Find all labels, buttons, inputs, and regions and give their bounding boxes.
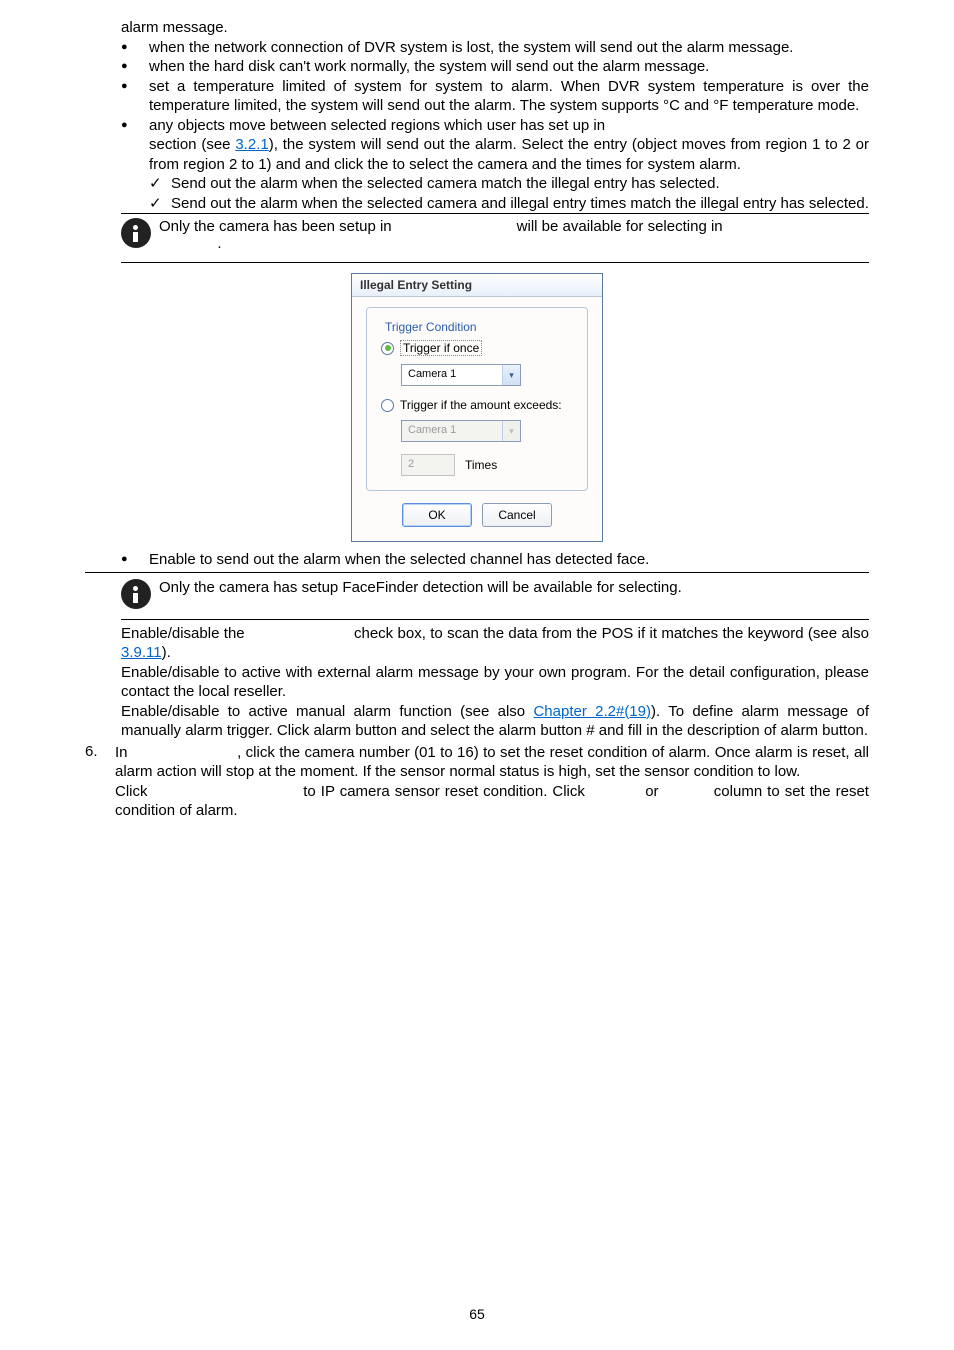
link-3-9-11[interactable]: 3.9.11	[121, 644, 162, 661]
bullet-disk: when the hard disk can't work normally, …	[149, 57, 869, 77]
bullet-temp: set a temperature limited of system for …	[149, 77, 869, 116]
bullet-icon: ●	[121, 116, 149, 131]
link-chapter-2-2-19[interactable]: Chapter 2.2#(19)	[533, 703, 651, 720]
select-camera-once[interactable]: Camera 1 ▾	[401, 364, 521, 386]
bullet-icon: ●	[121, 77, 149, 92]
list-number-6: 6.	[85, 743, 115, 821]
fieldset-legend: Trigger Condition	[381, 320, 481, 334]
label-trigger-once: Trigger if once	[400, 340, 482, 356]
bullet-icon: ●	[121, 38, 149, 53]
bullet-icon: ●	[121, 550, 149, 565]
times-input: 2	[401, 454, 455, 476]
check-icon: ✓	[149, 174, 171, 192]
check-amount: Send out the alarm when the selected cam…	[171, 194, 869, 214]
para-enable-ext: Enable/disable to active with external a…	[121, 663, 869, 702]
select-camera-amount: Camera 1 ▾	[401, 420, 521, 442]
times-label: Times	[465, 458, 497, 472]
item-6-body: In , click the camera number (01 to 16) …	[115, 743, 869, 821]
dropdown-arrow-icon: ▾	[502, 365, 520, 385]
bullet-netdown: when the network connection of DVR syste…	[149, 38, 869, 58]
select-value: Camera 1	[402, 365, 502, 385]
info-icon	[121, 218, 151, 248]
para-enable-manual: Enable/disable to active manual alarm fu…	[121, 702, 869, 741]
dropdown-arrow-icon: ▾	[502, 421, 520, 441]
page-number: 65	[0, 1306, 954, 1322]
check-once: Send out the alarm when the selected cam…	[171, 174, 869, 194]
info-icon	[121, 579, 151, 609]
line-alarm: alarm message.	[121, 18, 869, 38]
info-text-1: Only the camera has been setup in will b…	[159, 218, 869, 252]
dialog-title: Illegal Entry Setting	[352, 274, 602, 297]
para-enable-pos: Enable/disable the check box, to scan th…	[121, 624, 869, 663]
bullet-icon: ●	[121, 57, 149, 72]
bullet-face: Enable to send out the alarm when the se…	[149, 550, 869, 570]
label-trigger-amount: Trigger if the amount exceeds:	[400, 398, 562, 412]
bullet-illegal: any objects move between selected region…	[149, 116, 869, 175]
radio-trigger-amount[interactable]	[381, 399, 394, 412]
check-icon: ✓	[149, 194, 171, 212]
select-value-disabled: Camera 1	[402, 421, 502, 441]
ok-button[interactable]: OK	[402, 503, 472, 527]
link-3-2-1[interactable]: 3.2.1	[235, 136, 268, 153]
info-text-2: Only the camera has setup FaceFinder det…	[159, 579, 869, 596]
radio-trigger-once[interactable]	[381, 342, 394, 355]
cancel-button[interactable]: Cancel	[482, 503, 552, 527]
illegal-entry-dialog: Illegal Entry Setting Trigger Condition …	[351, 273, 603, 542]
